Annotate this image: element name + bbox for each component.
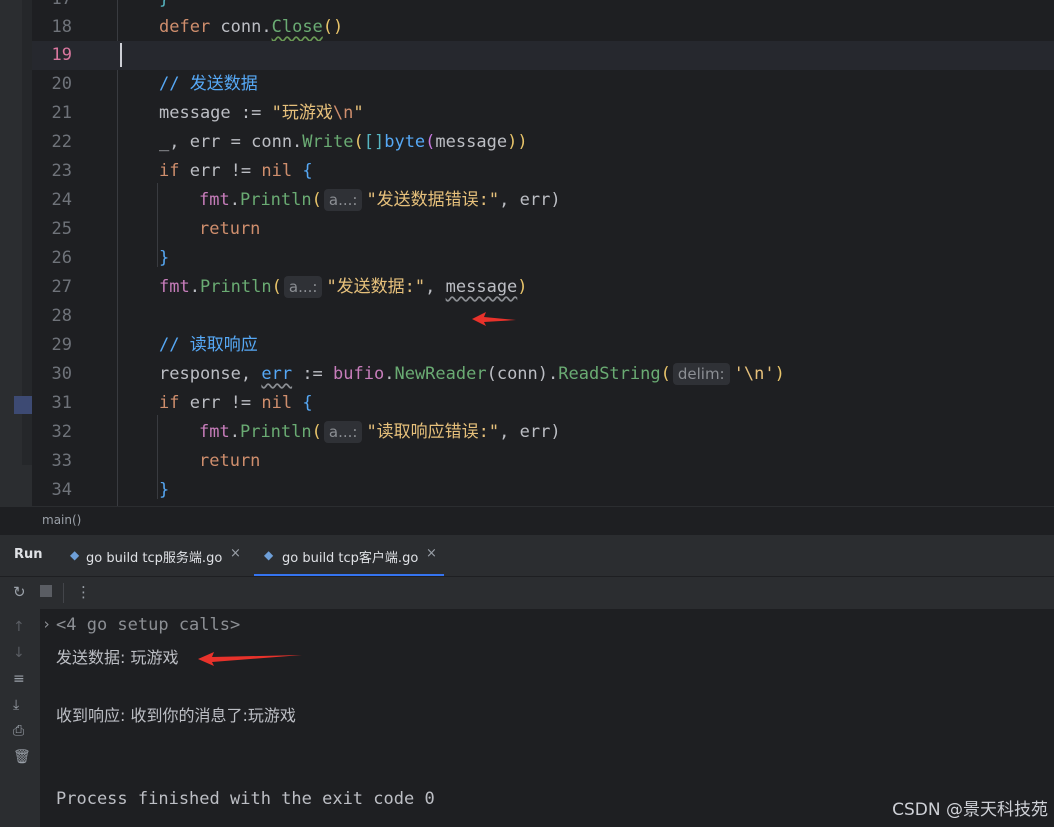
param-hint: delim: <box>672 363 730 385</box>
console-output[interactable]: ↑ ↓ ≡ ⤓ ⎙ 🗑 › <4 go setup calls> 发送数据: 玩… <box>0 609 1054 827</box>
text-caret <box>120 43 122 67</box>
code-line-24: 24 fmt.Println(a...: "发送数据错误:", err) <box>51 189 561 211</box>
run-toolbar: ↻ ⋮ <box>0 576 1054 610</box>
close-icon[interactable]: × <box>426 546 437 561</box>
code-line-19-current[interactable]: 19 <box>32 41 1054 70</box>
editor-left-gutter <box>0 0 32 506</box>
console-line-send: 发送数据: 玩游戏 <box>56 648 179 667</box>
close-icon[interactable]: × <box>230 546 241 561</box>
setup-calls-fold[interactable]: <4 go setup calls> <box>56 615 240 635</box>
rerun-icon[interactable]: ↻ <box>13 583 26 601</box>
tab-server[interactable]: ◆ go build tcp服务端.go × <box>68 535 250 576</box>
soft-wrap-icon[interactable]: ≡ <box>13 671 25 687</box>
code-line-28: 28 <box>51 306 72 326</box>
tab-client[interactable]: ◆ go build tcp客户端.go × <box>254 535 444 576</box>
code-editor[interactable]: 17 } 18 defer conn.Close() 19 20 // 发送数据… <box>0 0 1054 506</box>
go-file-icon: ◆ <box>264 548 274 562</box>
code-line-32: 32 fmt.Println(a...: "读取响应错误:", err) <box>51 421 561 443</box>
code-line-22: 22 _, err = conn.Write([]byte(message)) <box>51 132 528 152</box>
code-line-30: 30 response, err := bufio.NewReader(conn… <box>51 363 785 385</box>
code-line-31: 31 if err != nil { <box>51 393 313 413</box>
arrow-down-icon[interactable]: ↓ <box>13 645 25 661</box>
print-icon[interactable]: ⎙ <box>13 723 24 739</box>
arrow-up-icon[interactable]: ↑ <box>13 619 25 635</box>
code-line-23: 23 if err != nil { <box>51 161 313 181</box>
code-line-18: 18 defer conn.Close() <box>51 17 344 37</box>
console-side-toolbar: ↑ ↓ ≡ ⤓ ⎙ 🗑 <box>0 609 40 827</box>
code-line-26: 26 } <box>51 248 170 268</box>
breadcrumb-item[interactable]: main() <box>42 513 81 527</box>
code-line-17: 17 } <box>32 0 1054 14</box>
console-line-finished: Process finished with the exit code 0 <box>56 789 435 809</box>
watermark: CSDN @景天科技苑 <box>892 800 1048 820</box>
code-line-21: 21 message := "玩游戏\n" <box>51 103 364 123</box>
gutter-marker <box>14 396 32 414</box>
param-hint: a...: <box>323 421 363 443</box>
run-tool-window-header: Run ◆ go build tcp服务端.go × ◆ go build tc… <box>0 534 1054 577</box>
code-line-27: 27 fmt.Println(a...: "发送数据:", message) <box>51 276 528 298</box>
scroll-to-end-icon[interactable]: ⤓ <box>13 697 19 713</box>
stop-icon[interactable] <box>40 585 52 597</box>
trash-icon[interactable]: 🗑 <box>13 749 31 765</box>
param-hint: a...: <box>283 276 323 298</box>
annotation-arrow <box>198 652 302 666</box>
code-line-33: 33 return <box>51 451 261 471</box>
breadcrumb[interactable]: main() <box>0 506 1054 535</box>
chevron-right-icon[interactable]: › <box>42 615 51 633</box>
run-label: Run <box>14 547 43 562</box>
code-line-20: 20 // 发送数据 <box>51 74 258 94</box>
console-line-response: 收到响应: 收到你的消息了:玩游戏 <box>56 706 296 725</box>
code-line-29: 29 // 读取响应 <box>51 335 258 355</box>
annotation-arrow <box>472 312 516 326</box>
code-line-25: 25 return <box>51 219 261 239</box>
go-file-icon: ◆ <box>70 548 80 562</box>
code-line-34: 34 } <box>51 480 170 500</box>
more-options-icon[interactable]: ⋮ <box>76 583 91 601</box>
param-hint: a...: <box>323 189 363 211</box>
